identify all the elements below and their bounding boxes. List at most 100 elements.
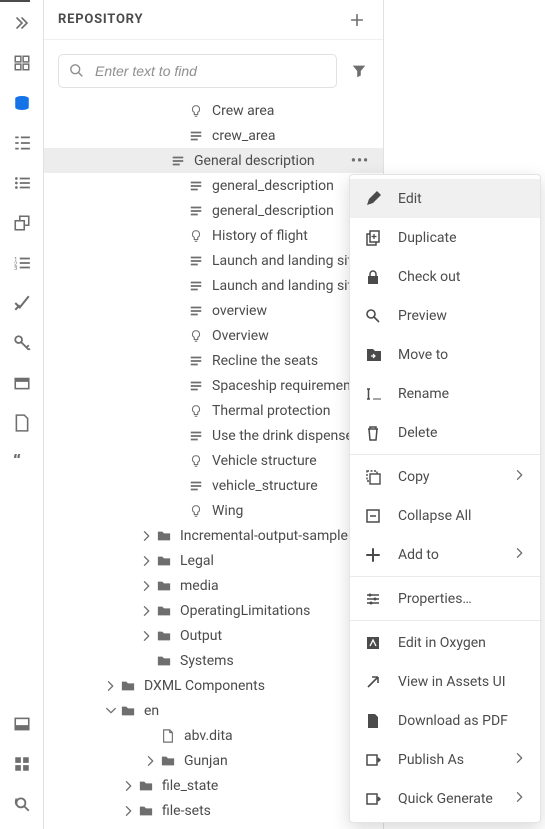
rail-list-icon[interactable] — [0, 166, 44, 200]
tree-item-label: DXML Components — [138, 678, 375, 694]
tree-row[interactable]: file_state — [44, 773, 383, 798]
tree-row[interactable]: overview — [44, 298, 383, 323]
menu-item-download-as-pdf[interactable]: Download as PDF — [350, 701, 540, 740]
tree-item-label: Systems — [174, 653, 375, 669]
menu-item-copy[interactable]: Copy — [350, 457, 540, 496]
chevron-right-icon[interactable] — [122, 805, 136, 817]
rail-panel-icon[interactable] — [0, 707, 44, 741]
tree-row[interactable]: crew_area — [44, 123, 383, 148]
tree-row[interactable]: General description••• — [44, 148, 383, 173]
lock-icon — [364, 268, 382, 286]
menu-item-properties[interactable]: Properties… — [350, 579, 540, 618]
rail-reuse-icon[interactable] — [0, 206, 44, 240]
tree-row[interactable]: vehicle_structure — [44, 473, 383, 498]
search-box[interactable] — [58, 54, 337, 88]
tree-row[interactable]: Gunjan — [44, 748, 383, 773]
topic-icon — [186, 479, 206, 493]
rail-apps-icon[interactable] — [0, 747, 44, 781]
tree-item-label: en — [138, 703, 375, 719]
chevron-right-icon[interactable] — [122, 780, 136, 792]
tree-row[interactable]: Vehicle structure — [44, 448, 383, 473]
rail-repository-icon[interactable] — [0, 86, 44, 120]
rail-expand-icon[interactable] — [0, 6, 44, 40]
chevron-right-icon[interactable] — [140, 555, 154, 567]
tree-row[interactable]: Recline the seats — [44, 348, 383, 373]
menu-item-check-out[interactable]: Check out — [350, 257, 540, 296]
more-button[interactable]: ••• — [345, 153, 375, 169]
tree-row[interactable]: general_description — [44, 198, 383, 223]
chevron-right-icon[interactable] — [140, 580, 154, 592]
left-rail — [0, 0, 44, 829]
tree-row[interactable]: Output — [44, 623, 383, 648]
filter-button[interactable] — [347, 59, 371, 83]
rail-grid-icon[interactable] — [0, 46, 44, 80]
folder-icon — [154, 529, 174, 543]
folder-icon — [136, 804, 156, 818]
menu-item-move-to[interactable]: Move to — [350, 335, 540, 374]
tree-row[interactable]: file-sets — [44, 798, 383, 823]
menu-item-label: Rename — [398, 386, 526, 402]
tree-row[interactable]: Thermal protection — [44, 398, 383, 423]
tree-row[interactable]: Launch and landing site — [44, 248, 383, 273]
bulb-icon — [186, 329, 206, 343]
chevron-right-icon[interactable] — [140, 630, 154, 642]
menu-item-view-in-assets-ui[interactable]: View in Assets UI — [350, 662, 540, 701]
tree-row[interactable]: Overview — [44, 323, 383, 348]
tree-row[interactable]: OperatingLimitations — [44, 598, 383, 623]
bulb-icon — [186, 404, 206, 418]
menu-item-preview[interactable]: Preview — [350, 296, 540, 335]
menu-item-quick-generate[interactable]: Quick Generate — [350, 779, 540, 818]
chevron-right-icon[interactable] — [104, 680, 118, 692]
move-icon — [364, 346, 382, 364]
chevron-down-icon[interactable] — [104, 705, 118, 717]
rail-find-icon[interactable] — [0, 787, 44, 821]
tree-row[interactable]: DXML Components — [44, 673, 383, 698]
chevron-right-icon[interactable] — [144, 755, 158, 767]
menu-item-label: Preview — [398, 308, 526, 324]
tree-row[interactable]: Systems — [44, 648, 383, 673]
tree-row[interactable]: Wing — [44, 498, 383, 523]
edit-icon — [364, 190, 382, 208]
menu-item-edit-in-oxygen[interactable]: Edit in Oxygen — [350, 623, 540, 662]
tree-row[interactable]: Incremental-output-sample — [44, 523, 383, 548]
repository-panel: REPOSITORY Crew areacrew_areaGeneral des… — [44, 0, 384, 829]
rail-numlist-icon[interactable] — [0, 246, 44, 280]
rename-icon — [364, 385, 382, 403]
folder-icon — [154, 554, 174, 568]
search-input[interactable] — [95, 63, 326, 79]
rail-key-icon[interactable] — [0, 326, 44, 360]
chevron-right-icon — [514, 469, 526, 485]
tree-row[interactable]: abv.dita — [44, 723, 383, 748]
tree-row[interactable]: History of flight — [44, 223, 383, 248]
menu-item-publish-as[interactable]: Publish As — [350, 740, 540, 779]
tree-row[interactable]: Legal — [44, 548, 383, 573]
chevron-right-icon[interactable] — [140, 530, 154, 542]
menu-item-delete[interactable]: Delete — [350, 413, 540, 452]
rail-card-icon[interactable] — [0, 366, 44, 400]
tree-row[interactable]: general_description — [44, 173, 383, 198]
chevron-right-icon[interactable] — [140, 605, 154, 617]
rail-outline-icon[interactable] — [0, 126, 44, 160]
tree-row[interactable]: media — [44, 573, 383, 598]
menu-item-add-to[interactable]: Add to — [350, 535, 540, 574]
menu-item-label: Quick Generate — [398, 791, 498, 807]
rail-check-icon[interactable] — [0, 286, 44, 320]
topic-icon — [186, 354, 206, 368]
rail-quote-icon[interactable] — [0, 446, 44, 480]
folder-icon — [154, 604, 174, 618]
tree-row[interactable]: en — [44, 698, 383, 723]
repository-tree[interactable]: Crew areacrew_areaGeneral description•••… — [44, 98, 383, 829]
menu-item-edit[interactable]: Edit — [350, 179, 540, 218]
tree-row[interactable]: Use the drink dispenser — [44, 423, 383, 448]
menu-item-collapse-all[interactable]: Collapse All — [350, 496, 540, 535]
menu-item-label: Collapse All — [398, 508, 526, 524]
menu-item-label: Download as PDF — [398, 713, 526, 729]
tree-row[interactable]: Crew area — [44, 98, 383, 123]
menu-item-duplicate[interactable]: Duplicate — [350, 218, 540, 257]
tree-row[interactable]: Launch and landing site — [44, 273, 383, 298]
tree-row[interactable]: Spaceship requirements — [44, 373, 383, 398]
rail-indicator — [0, 0, 30, 2]
add-button[interactable] — [345, 8, 369, 32]
menu-item-rename[interactable]: Rename — [350, 374, 540, 413]
rail-doc-icon[interactable] — [0, 406, 44, 440]
